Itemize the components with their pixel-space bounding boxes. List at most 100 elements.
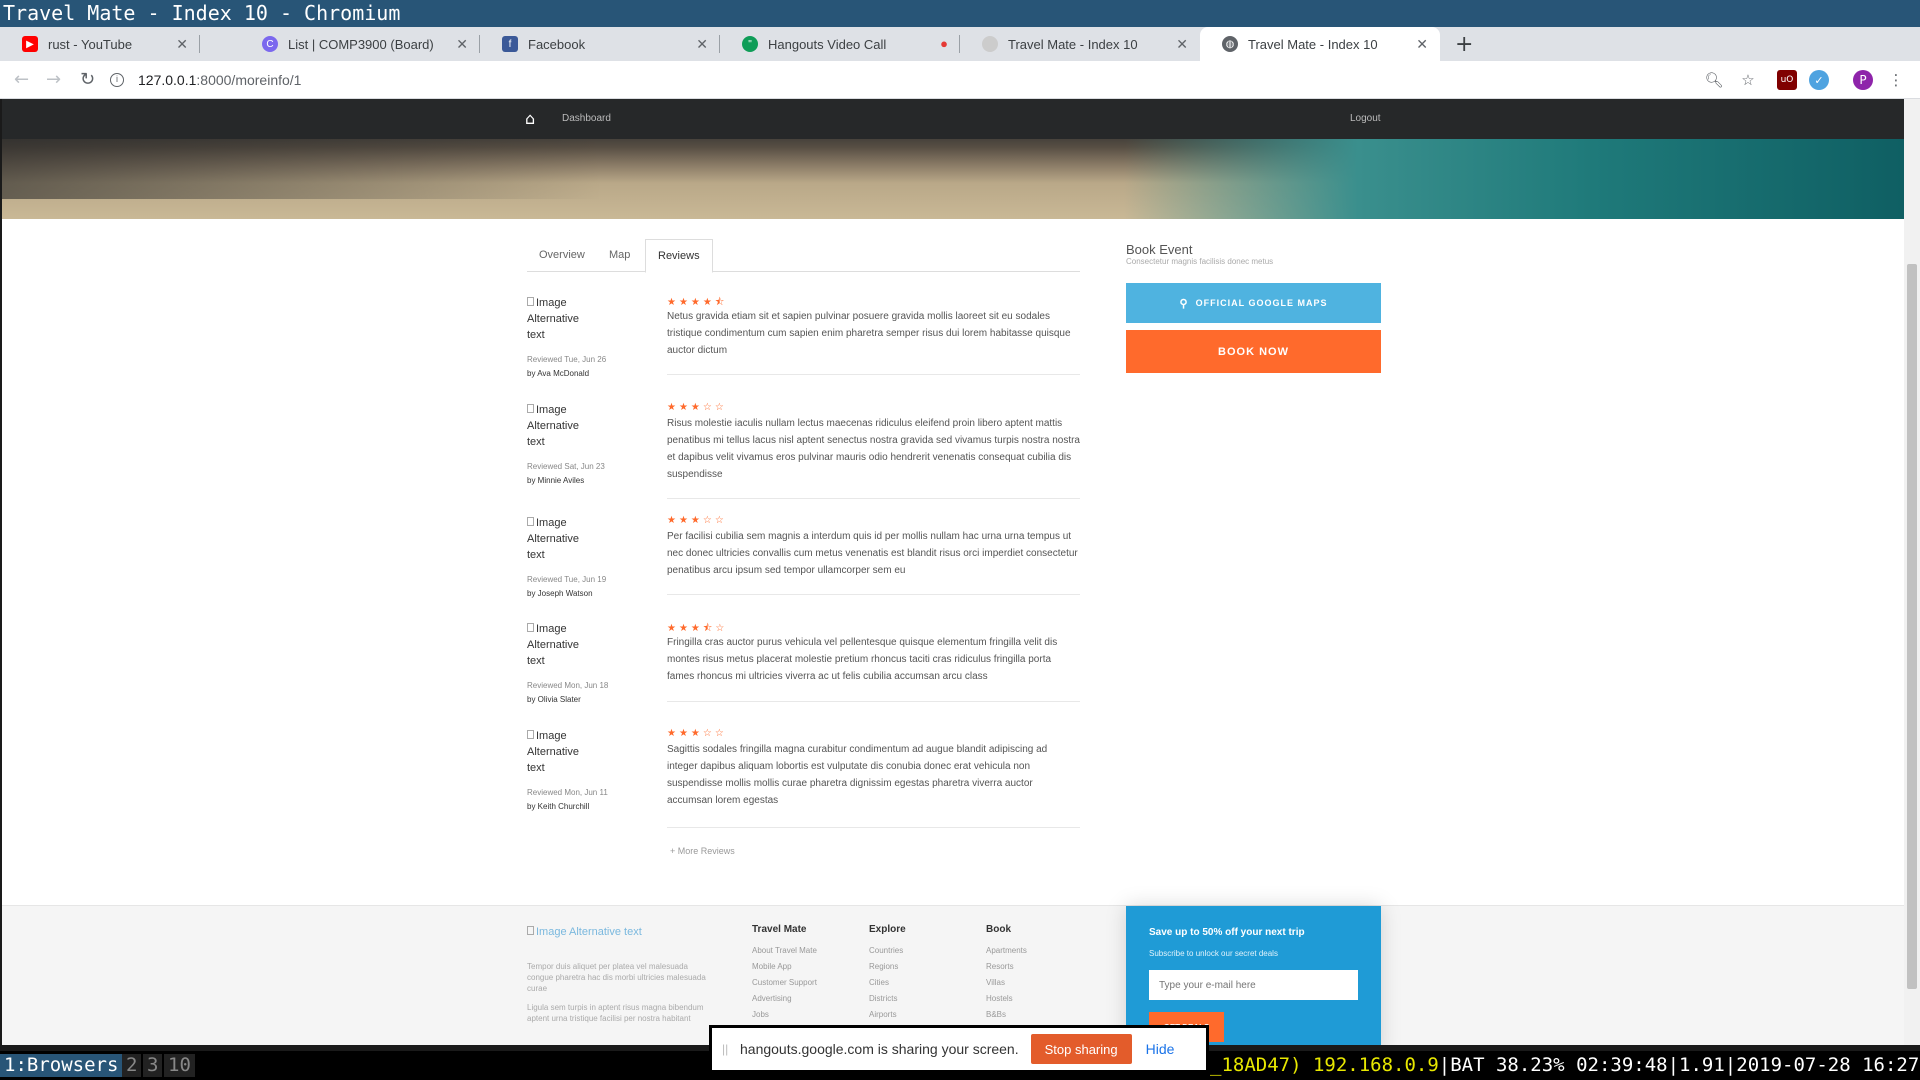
review-author: by Olivia Slater [527, 695, 581, 704]
footer-link[interactable]: Villas [986, 975, 1027, 991]
back-button[interactable]: ← [14, 69, 29, 90]
stop-sharing-button[interactable]: Stop sharing [1030, 1034, 1132, 1064]
hero-sea [1124, 139, 1904, 219]
status-info: _18AD47) 192.168.0.9|BAT 38.23% 02:39:48… [1210, 1051, 1920, 1080]
address-bar[interactable]: i 127.0.0.1 :8000/moreinfo/1 [110, 66, 1700, 94]
review-stars: ★★★☆☆ [667, 515, 727, 526]
footer-link[interactable]: Jobs [752, 1007, 817, 1023]
footer-link[interactable]: Cities [869, 975, 906, 991]
google-maps-button[interactable]: ⚲ OFFICIAL GOOGLE MAPS [1126, 283, 1381, 323]
hide-button[interactable]: Hide [1146, 1041, 1175, 1057]
footer-link[interactable]: B&Bs [986, 1007, 1027, 1023]
review-text: Per facilisi cubilia sem magnis a interd… [667, 531, 1078, 576]
newsletter-email-input[interactable] [1149, 970, 1358, 1000]
footer-link[interactable]: Resorts [986, 959, 1027, 975]
tab-travel-mate-active[interactable]: ◍ Travel Mate - Index 10 ✕ [1200, 27, 1440, 61]
review-author: by Keith Churchill [527, 802, 590, 811]
loading-icon [982, 36, 998, 52]
review-avatar: Image Alternative text [527, 295, 587, 343]
map-pin-icon: ⚲ [1179, 297, 1189, 310]
footer-link[interactable]: Hostels [986, 991, 1027, 1007]
star-icon[interactable]: ☆ [1738, 70, 1758, 90]
info-icon[interactable]: i [110, 73, 124, 87]
footer-link[interactable]: Airports [869, 1007, 906, 1023]
status-network: _18AD47) 192.168.0.9 [1210, 1054, 1439, 1076]
nav-dashboard[interactable]: Dashboard [562, 113, 611, 124]
footer-link[interactable]: Apartments [986, 943, 1027, 959]
hangouts-icon: " [742, 36, 758, 52]
booking-title: Book Event [1126, 242, 1193, 257]
close-icon[interactable]: ✕ [696, 36, 708, 53]
tab-label: rust - YouTube [48, 36, 133, 52]
review-date: Reviewed Mon, Jun 18 [527, 681, 609, 690]
review-author: by Ava McDonald [527, 369, 590, 378]
review-divider [667, 498, 1080, 499]
menu-icon[interactable]: ⋮ [1886, 70, 1906, 90]
footer-link[interactable]: About Travel Mate [752, 943, 817, 959]
review-divider [667, 827, 1080, 828]
tab-label: Travel Mate - Index 10 [1008, 36, 1138, 52]
ublock-icon[interactable]: uO [1777, 70, 1797, 90]
workspace-2[interactable]: 2 [122, 1054, 142, 1077]
tab-map[interactable]: Map [597, 239, 642, 272]
workspace-10[interactable]: 10 [164, 1054, 195, 1077]
share-message: hangouts.google.com is sharing your scre… [740, 1041, 1019, 1057]
drag-handle-icon[interactable]: || [722, 1042, 738, 1056]
status-battery: BAT 38.23% 02:39:48 [1450, 1054, 1668, 1076]
more-reviews-link[interactable]: + More Reviews [670, 846, 735, 856]
zoom-icon[interactable]: 🔍︎ [1704, 70, 1724, 90]
workspace-1[interactable]: 1:Browsers [0, 1054, 123, 1077]
footer-link[interactable]: Countries [869, 943, 906, 959]
home-icon[interactable]: ⌂ [525, 109, 535, 128]
url-path: :8000/moreinfo/1 [196, 72, 302, 88]
footer-logo[interactable]: Image Alternative text [527, 926, 642, 938]
tab-overview[interactable]: Overview [527, 239, 597, 272]
hero-banner: ⌂ Dashboard Logout [2, 99, 1904, 219]
workspace-3[interactable]: 3 [143, 1054, 163, 1077]
extension-icon[interactable]: ✓ [1809, 70, 1829, 90]
google-maps-label: OFFICIAL GOOGLE MAPS [1195, 298, 1328, 308]
page-viewport: ⌂ Dashboard Logout Overview Map Reviews … [2, 99, 1904, 1045]
window-title: Travel Mate - Index 10 - Chromium [0, 0, 1920, 27]
book-now-button[interactable]: BOOK NOW [1126, 330, 1381, 373]
new-tab-button[interactable]: + [1455, 32, 1473, 57]
review-stars: ★★★☆☆ [667, 728, 727, 739]
tab-comp3900[interactable]: C List | COMP3900 (Board) ✕ [240, 27, 480, 61]
close-icon[interactable]: ✕ [176, 36, 188, 53]
review-avatar: Image Alternative text [527, 728, 587, 776]
detail-tabs: Overview Map Reviews [527, 239, 1080, 273]
footer-link[interactable]: Regions [869, 959, 906, 975]
tab-facebook[interactable]: f Facebook ✕ [480, 27, 720, 61]
tab-youtube[interactable]: ▶ rust - YouTube ✕ [0, 27, 200, 61]
url-host: 127.0.0.1 [138, 72, 197, 88]
newsletter-subtitle: Subscribe to unlock our secret deals [1149, 949, 1278, 958]
recording-icon: ● [940, 36, 948, 51]
profile-avatar[interactable]: P [1853, 70, 1873, 90]
footer-link[interactable]: Advertising [752, 991, 817, 1007]
close-icon[interactable]: ✕ [1416, 36, 1428, 53]
footer-link[interactable]: Districts [869, 991, 906, 1007]
status-datetime: 2019-07-28 16:27:08 [1736, 1054, 1920, 1076]
reload-button[interactable]: ↻ [80, 69, 95, 90]
review-divider [667, 594, 1080, 595]
scrollbar-thumb[interactable] [1907, 264, 1917, 989]
globe-icon: ◍ [1222, 36, 1238, 52]
review-text: Fringilla cras auctor purus vehicula vel… [667, 637, 1058, 682]
review-text: Risus molestie iaculis nullam lectus mae… [667, 418, 1080, 480]
forward-button[interactable]: → [46, 69, 61, 90]
footer-link[interactable]: Mobile App [752, 959, 817, 975]
status-load: 1.91 [1679, 1054, 1725, 1076]
review-date: Reviewed Mon, Jun 11 [527, 788, 608, 797]
tab-reviews[interactable]: Reviews [645, 239, 713, 273]
footer-heading: Travel Mate [752, 924, 807, 935]
review-text: Netus gravida etiam sit et sapien pulvin… [667, 311, 1071, 356]
browser-toolbar: ← → ↻ i 127.0.0.1 :8000/moreinfo/1 🔍︎ ☆ … [0, 61, 1920, 99]
close-icon[interactable]: ✕ [456, 36, 468, 53]
tab-hangouts[interactable]: " Hangouts Video Call ● [720, 27, 960, 61]
close-icon[interactable]: ✕ [1176, 36, 1188, 53]
page-scrollbar[interactable] [1904, 99, 1920, 1045]
tab-travel-mate-1[interactable]: Travel Mate - Index 10 ✕ [960, 27, 1200, 61]
nav-logout[interactable]: Logout [1350, 113, 1381, 124]
footer-link[interactable]: Customer Support [752, 975, 817, 991]
footer-column-book: Book Apartments Resorts Villas Hostels B… [986, 924, 1027, 1023]
